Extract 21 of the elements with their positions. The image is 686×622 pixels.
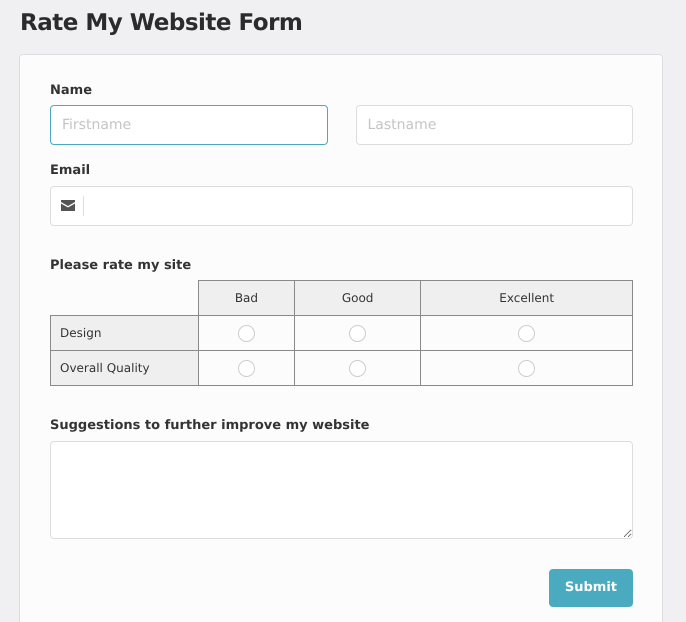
field-label: Suggestions to further improve my website <box>50 417 370 436</box>
column-header: Excellent <box>420 280 632 316</box>
page-title: Rate My Website Form <box>20 10 304 38</box>
suggestions-field[interactable] <box>50 440 633 539</box>
radio-button[interactable] <box>349 360 366 378</box>
submit-button[interactable]: Submit <box>548 569 633 608</box>
name-field[interactable]: Firstname <box>50 105 328 146</box>
envelope-icon <box>61 200 75 212</box>
column-header: Bad <box>198 280 294 316</box>
radio-button[interactable] <box>238 325 255 342</box>
email-field[interactable] <box>50 186 633 226</box>
column-header: Good <box>294 280 421 316</box>
radio-button[interactable] <box>238 360 255 378</box>
row-header: Design <box>50 316 198 351</box>
field-label: Name <box>50 82 92 100</box>
field-label: Please rate my site <box>50 256 192 275</box>
row-header: Overall Quality <box>50 350 198 386</box>
field-label: Email <box>50 162 90 180</box>
radio-button[interactable] <box>349 325 366 342</box>
radio-button[interactable] <box>518 325 536 342</box>
radio-button[interactable] <box>518 360 536 378</box>
